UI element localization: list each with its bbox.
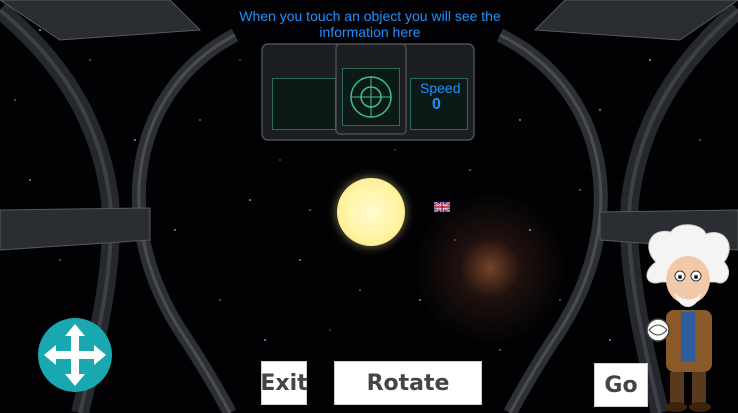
rotate-button[interactable]: Rotate	[334, 361, 482, 405]
game-scene: When you touch an object you will see th…	[0, 0, 738, 413]
einstein-mascot	[646, 224, 730, 412]
object-info-text: When you touch an object you will see th…	[239, 8, 501, 40]
exit-button[interactable]: Exit	[260, 361, 308, 405]
sun-object[interactable]	[337, 178, 405, 246]
move-joystick[interactable]	[38, 318, 112, 392]
hud-left-screen	[272, 78, 336, 130]
move-arrows-icon	[44, 324, 106, 386]
radar-icon	[350, 76, 392, 118]
speed-label: Speed	[420, 80, 461, 96]
hud-radar-screen	[342, 68, 400, 126]
uk-flag-icon[interactable]	[434, 202, 450, 212]
speed-value: 0	[432, 96, 441, 113]
